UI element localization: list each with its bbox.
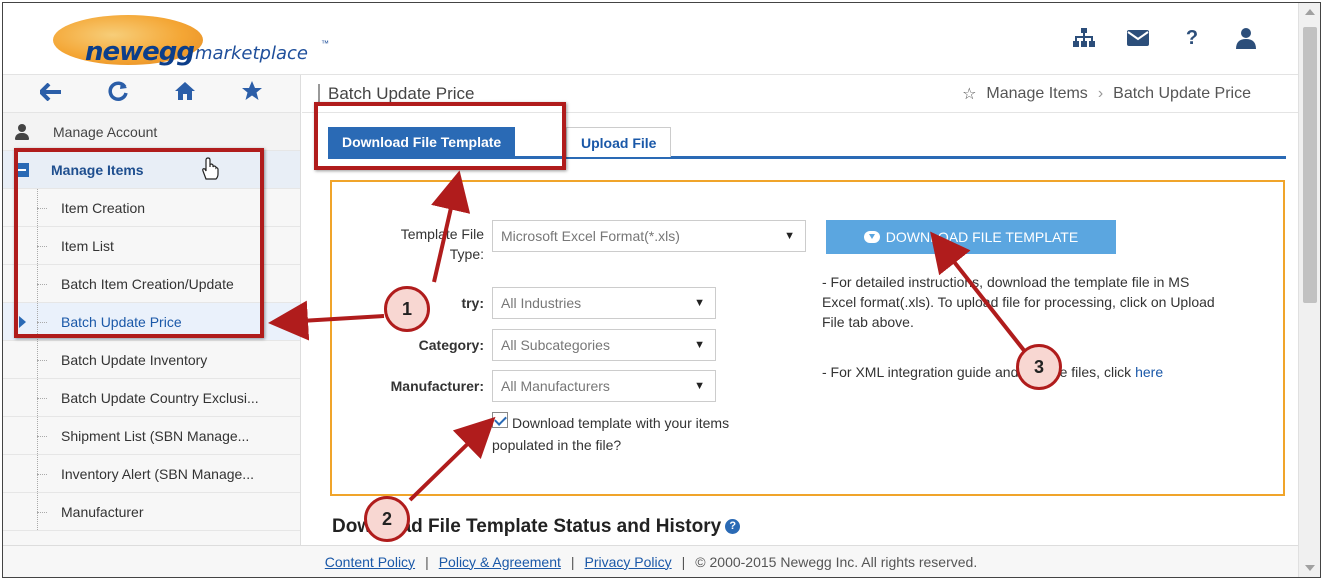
template-type-value: Microsoft Excel Format(*.xls) bbox=[501, 228, 680, 244]
chevron-down-icon: ▼ bbox=[784, 230, 795, 242]
annotation-box-sidebar bbox=[14, 148, 264, 338]
cloud-download-icon bbox=[863, 231, 880, 243]
header-icons: ? bbox=[1071, 25, 1259, 51]
copyright-text: © 2000-2015 Newegg Inc. All rights reser… bbox=[695, 553, 978, 570]
footer-sep: | bbox=[681, 553, 686, 570]
annotation-callout-2: 2 bbox=[364, 496, 410, 542]
sidebar-item-manufacturer[interactable]: Manufacturer bbox=[3, 493, 300, 531]
info-icon[interactable]: ? bbox=[725, 519, 741, 535]
sidebar-item-label: Inventory Alert (SBN Manage... bbox=[61, 465, 254, 482]
chevron-down-icon: ▼ bbox=[694, 297, 705, 309]
sidebar-item-label: Manufacturer bbox=[61, 503, 144, 520]
agreement-link[interactable]: Policy & Agreement bbox=[439, 554, 561, 570]
scroll-up-icon[interactable] bbox=[1305, 9, 1315, 15]
populate-items-checkbox[interactable] bbox=[492, 412, 508, 428]
breadcrumb: ☆ Manage Items › Batch Update Price bbox=[962, 84, 1251, 104]
home-icon[interactable] bbox=[170, 81, 200, 107]
footer-sep: | bbox=[425, 553, 429, 570]
refresh-icon[interactable] bbox=[103, 80, 133, 108]
help-text-xml-body: - For XML integration guide and sample f… bbox=[822, 364, 1136, 380]
chevron-down-icon: ▼ bbox=[694, 339, 705, 351]
back-icon[interactable] bbox=[36, 81, 66, 107]
breadcrumb-parent[interactable]: Manage Items bbox=[986, 85, 1087, 103]
chevron-down-icon: ▼ bbox=[694, 380, 705, 392]
logo-word: newegg bbox=[85, 37, 195, 67]
download-button-label: DOWNLOAD FILE TEMPLATE bbox=[885, 229, 1079, 245]
page-title: Batch Update Price bbox=[318, 83, 474, 104]
mail-icon[interactable] bbox=[1125, 25, 1151, 51]
vertical-scrollbar[interactable] bbox=[1298, 3, 1320, 577]
footer-sep: | bbox=[570, 553, 575, 570]
star-icon[interactable] bbox=[237, 80, 267, 108]
sidebar-item-label: Shipment List (SBN Manage... bbox=[61, 427, 250, 444]
scroll-thumb[interactable] bbox=[1303, 27, 1317, 303]
top-header: newegg marketplace ™ ? bbox=[3, 3, 1299, 75]
download-template-button[interactable]: DOWNLOAD FILE TEMPLATE bbox=[826, 220, 1116, 254]
newegg-marketplace-logo[interactable]: newegg marketplace ™ bbox=[35, 11, 355, 67]
user-icon[interactable] bbox=[1233, 25, 1259, 51]
template-type-label-line2: Type: bbox=[449, 246, 484, 262]
logo-market: marketplace bbox=[195, 43, 308, 64]
populate-items-label: Download template with your items popula… bbox=[492, 415, 730, 453]
favorite-star-icon[interactable]: ☆ bbox=[962, 84, 976, 104]
industry-label: try: bbox=[461, 295, 484, 311]
sidebar-item-batch-update-inventory[interactable]: Batch Update Inventory bbox=[3, 341, 300, 379]
content-policy-link[interactable]: Content Policy bbox=[325, 554, 415, 570]
sidebar-item-manage-account[interactable]: Manage Account bbox=[3, 113, 300, 151]
help-icon[interactable]: ? bbox=[1179, 25, 1205, 51]
template-type-select[interactable]: Microsoft Excel Format(*.xls) ▼ bbox=[492, 220, 806, 252]
breadcrumb-current: Batch Update Price bbox=[1113, 85, 1251, 102]
manufacturer-select[interactable]: All Manufacturers ▼ bbox=[492, 370, 716, 402]
category-select[interactable]: All Subcategories ▼ bbox=[492, 329, 716, 361]
footer: Content Policy | Policy & Agreement | Pr… bbox=[3, 545, 1299, 577]
sidebar-item-inventory-alert[interactable]: Inventory Alert (SBN Manage... bbox=[3, 455, 300, 493]
annotation-callout-1: 1 bbox=[384, 286, 430, 332]
category-label: Category: bbox=[418, 337, 484, 353]
sidebar-item-shipment-list[interactable]: Shipment List (SBN Manage... bbox=[3, 417, 300, 455]
template-type-label-line1: Template File bbox=[400, 226, 484, 242]
template-type-label: Template File Type: bbox=[362, 224, 484, 264]
scroll-down-icon[interactable] bbox=[1305, 565, 1315, 571]
sidebar-item-label: Batch Update Inventory bbox=[61, 351, 208, 368]
privacy-policy-link[interactable]: Privacy Policy bbox=[585, 554, 672, 570]
industry-select[interactable]: All Industries ▼ bbox=[492, 287, 716, 319]
breadcrumb-separator: › bbox=[1097, 85, 1104, 102]
tab-upload-file[interactable]: Upload File bbox=[566, 127, 672, 157]
sidebar-item-label: Batch Update Country Exclusi... bbox=[61, 389, 259, 406]
manufacturer-value: All Manufacturers bbox=[501, 378, 610, 394]
annotation-callout-3: 3 bbox=[1016, 344, 1062, 390]
sidebar-item-batch-update-country[interactable]: Batch Update Country Exclusi... bbox=[3, 379, 300, 417]
category-value: All Subcategories bbox=[501, 337, 610, 353]
industry-value: All Industries bbox=[501, 295, 582, 311]
sidebar-toolbar bbox=[3, 75, 300, 113]
download-template-panel: Template File Type: Microsoft Excel Form… bbox=[330, 180, 1285, 496]
sitemap-icon[interactable] bbox=[1071, 25, 1097, 51]
help-text-instructions: - For detailed instructions, download th… bbox=[822, 274, 1215, 330]
user-icon bbox=[15, 123, 29, 140]
manufacturer-label: Manufacturer: bbox=[390, 378, 484, 394]
sidebar-item-label: Manage Account bbox=[53, 123, 158, 140]
xml-guide-link[interactable]: here bbox=[1135, 364, 1163, 380]
logo-tm: ™ bbox=[321, 39, 329, 48]
annotation-box-tab bbox=[314, 102, 566, 170]
